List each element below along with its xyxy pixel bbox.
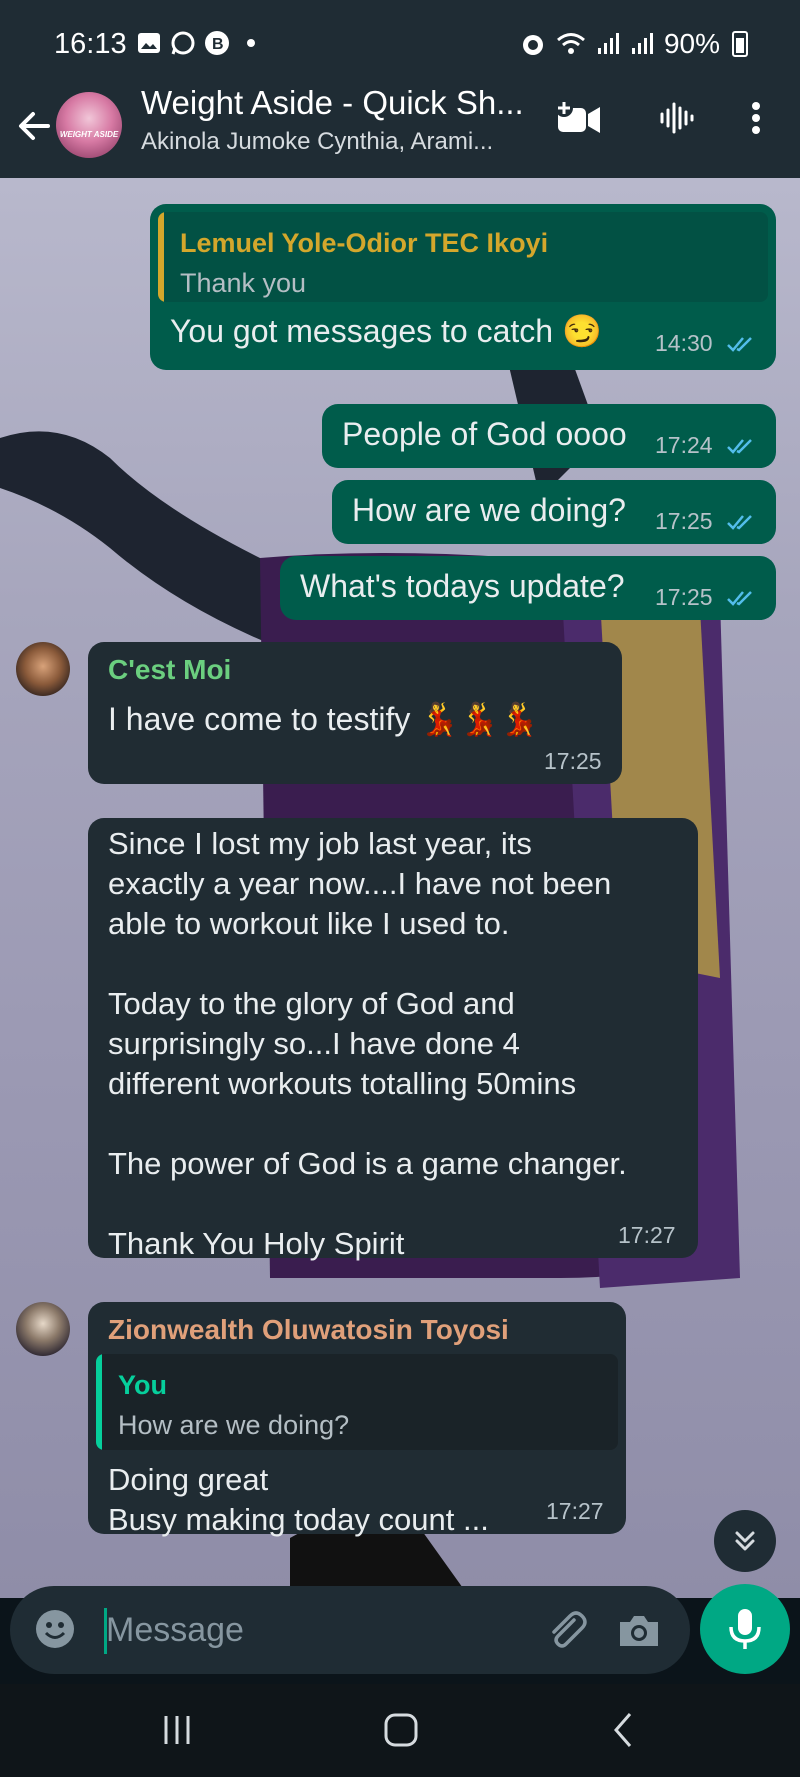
message-time: 17:24	[655, 432, 713, 458]
system-navigation-bar	[0, 1684, 800, 1777]
gallery-icon	[136, 30, 162, 56]
sender-name[interactable]: Zionwealth Oluwatosin Toyosi	[108, 1314, 509, 1346]
message-time: 17:25	[544, 748, 602, 774]
whatsapp-icon	[170, 30, 196, 56]
dot-icon	[238, 30, 264, 56]
voice-message-button[interactable]	[700, 1584, 790, 1674]
incoming-message[interactable]: Zionwealth Oluwatosin Toyosi You How are…	[88, 1302, 626, 1537]
svg-text:B: B	[212, 36, 224, 53]
message-text: People of God oooo	[342, 416, 627, 452]
group-avatar[interactable]: WEIGHT ASIDE	[56, 92, 122, 158]
camera-icon	[620, 1616, 658, 1646]
message-text: You got messages to catch 😏	[170, 313, 602, 349]
status-time: 16:13	[54, 28, 127, 60]
sender-avatar[interactable]	[16, 642, 70, 696]
attach-button[interactable]	[540, 1604, 592, 1656]
outgoing-message[interactable]: How are we doing? 17:25	[332, 480, 776, 544]
battery-icon	[732, 31, 748, 57]
quote-author: Lemuel Yole-Odior TEC Ikoyi	[180, 228, 549, 258]
message-text: I have come to testify 💃💃💃	[108, 701, 539, 737]
voice-call-icon	[660, 102, 694, 134]
status-bar: 16:13 B 90%	[0, 0, 800, 92]
home-icon	[384, 1713, 418, 1747]
signal-icon	[631, 33, 653, 54]
message-text: Doing great Busy making today count ...	[108, 1462, 489, 1537]
quote-accent-bar	[96, 1354, 102, 1450]
outgoing-message[interactable]: Lemuel Yole-Odior TEC Ikoyi Thank you Yo…	[150, 204, 776, 370]
group-title[interactable]: Weight Aside - Quick Sh...	[141, 84, 524, 122]
battery-percent: 90%	[663, 28, 720, 59]
message-time: 17:25	[655, 584, 713, 610]
signal-icon	[597, 33, 619, 54]
message-text: What's todays update?	[300, 568, 625, 604]
chat-header: WEIGHT ASIDE Weight Aside - Quick Sh... …	[0, 84, 800, 178]
back-chevron-icon	[614, 1713, 632, 1747]
message-time: 17:27	[618, 1222, 676, 1248]
back-nav-button[interactable]	[600, 1710, 650, 1750]
message-composer	[10, 1586, 690, 1674]
back-arrow-icon	[19, 112, 50, 140]
read-receipt-icon	[727, 439, 752, 454]
emoji-button[interactable]	[32, 1606, 78, 1652]
message-text: Since I lost my job last year, its exact…	[108, 826, 627, 1261]
quote-text: How are we doing?	[118, 1410, 350, 1440]
scroll-to-bottom-button[interactable]	[714, 1510, 776, 1572]
chat-area[interactable]: Lemuel Yole-Odior TEC Ikoyi Thank you Yo…	[0, 178, 800, 1598]
read-receipt-icon	[727, 337, 752, 352]
more-options-icon	[752, 102, 760, 134]
camera-button[interactable]	[614, 1606, 664, 1656]
read-receipt-icon	[727, 515, 752, 530]
voice-call-button[interactable]	[656, 98, 696, 143]
more-options-button[interactable]	[744, 98, 768, 143]
sender-avatar[interactable]	[16, 1302, 70, 1356]
incoming-message[interactable]: C'est Moi I have come to testify 💃💃💃 17:…	[88, 642, 622, 784]
quoted-message[interactable]: You How are we doing?	[96, 1354, 618, 1450]
emoji-icon	[36, 1610, 74, 1648]
paperclip-icon	[552, 1611, 587, 1648]
outgoing-message[interactable]: What's todays update? 17:25	[280, 556, 776, 620]
message-time: 14:30	[655, 330, 713, 356]
outgoing-message[interactable]: People of God oooo 17:24	[322, 404, 776, 468]
recent-apps-icon	[164, 1716, 190, 1744]
home-button[interactable]	[376, 1710, 426, 1750]
microphone-icon	[729, 1609, 761, 1649]
avatar-logo-text: WEIGHT ASIDE	[59, 130, 119, 139]
b-icon: B	[204, 30, 230, 56]
message-input[interactable]	[106, 1604, 526, 1656]
double-chevron-down-icon	[735, 1531, 755, 1551]
sender-name[interactable]: C'est Moi	[108, 654, 231, 686]
recent-apps-button[interactable]	[152, 1710, 202, 1750]
alarm-icon	[522, 35, 543, 55]
group-participants[interactable]: Akinola Jumoke Cynthia, Arami...	[141, 128, 493, 156]
read-receipt-icon	[727, 591, 752, 606]
incoming-message[interactable]: Since I lost my job last year, its exact…	[88, 818, 698, 1261]
wifi-icon	[556, 33, 585, 54]
message-time: 17:25	[655, 508, 713, 534]
quote-text: Thank you	[180, 268, 307, 298]
quoted-message[interactable]: Lemuel Yole-Odior TEC Ikoyi Thank you	[158, 212, 768, 302]
video-call-button[interactable]	[554, 98, 604, 143]
message-time: 17:27	[546, 1498, 604, 1524]
add-video-call-icon	[555, 99, 600, 133]
back-button[interactable]	[14, 106, 54, 146]
message-text: How are we doing?	[352, 492, 626, 528]
quote-accent-bar	[158, 212, 164, 302]
quote-author: You	[118, 1370, 167, 1400]
